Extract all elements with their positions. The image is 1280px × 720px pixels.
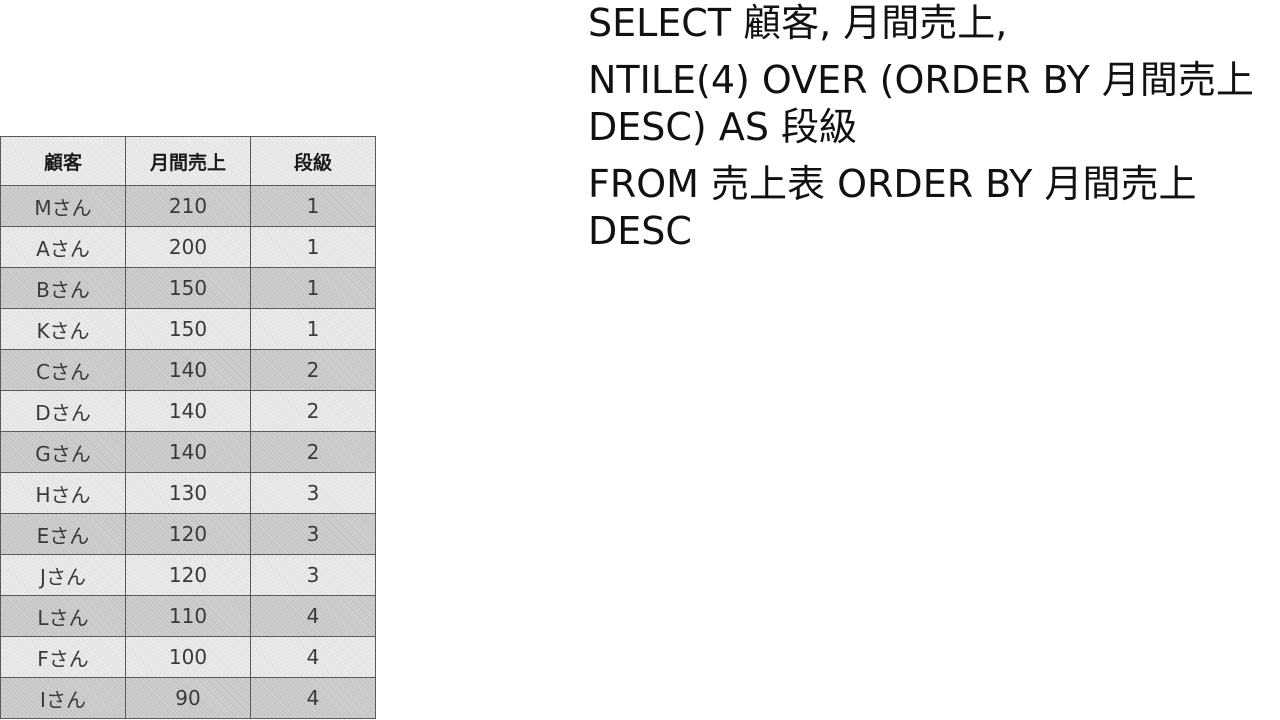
table-row: Dさん 140 2 <box>0 390 376 432</box>
cell-monthly-sales: 130 <box>125 472 251 514</box>
table-row: Fさん 100 4 <box>0 636 376 678</box>
table-row: Eさん 120 3 <box>0 513 376 555</box>
table-row: Iさん 90 4 <box>0 677 376 719</box>
column-header-rank: 段級 <box>250 136 376 186</box>
cell-monthly-sales: 120 <box>125 513 251 555</box>
cell-rank: 4 <box>250 595 376 637</box>
cell-monthly-sales: 140 <box>125 431 251 473</box>
sql-line-select: SELECT 顧客, 月間売上, <box>588 1 1008 45</box>
cell-rank: 1 <box>250 185 376 227</box>
cell-rank: 3 <box>250 513 376 555</box>
cell-customer: Lさん <box>0 595 126 637</box>
cell-rank: 3 <box>250 472 376 514</box>
table-row: Cさん 140 2 <box>0 349 376 391</box>
cell-customer: Fさん <box>0 636 126 678</box>
table-row: Hさん 130 3 <box>0 472 376 514</box>
cell-customer: Jさん <box>0 554 126 596</box>
cell-customer: Iさん <box>0 677 126 719</box>
cell-customer: Cさん <box>0 349 126 391</box>
cell-customer: Aさん <box>0 226 126 268</box>
sql-query: SELECT 顧客, 月間売上, NTILE(4) OVER (ORDER BY… <box>588 0 1273 265</box>
cell-customer: Bさん <box>0 267 126 309</box>
cell-monthly-sales: 100 <box>125 636 251 678</box>
cell-rank: 4 <box>250 677 376 719</box>
cell-monthly-sales: 210 <box>125 185 251 227</box>
table-row: Jさん 120 3 <box>0 554 376 596</box>
cell-customer: Hさん <box>0 472 126 514</box>
cell-rank: 1 <box>250 226 376 268</box>
cell-rank: 2 <box>250 431 376 473</box>
cell-rank: 4 <box>250 636 376 678</box>
cell-monthly-sales: 120 <box>125 554 251 596</box>
table-row: Lさん 110 4 <box>0 595 376 637</box>
cell-rank: 3 <box>250 554 376 596</box>
table-row: Bさん 150 1 <box>0 267 376 309</box>
cell-rank: 1 <box>250 267 376 309</box>
cell-monthly-sales: 140 <box>125 390 251 432</box>
table-body: Mさん 210 1 Aさん 200 1 Bさん 150 1 Kさん 150 1 … <box>0 185 376 719</box>
cell-rank: 2 <box>250 349 376 391</box>
cell-monthly-sales: 140 <box>125 349 251 391</box>
header-row: 顧客 月間売上 段級 <box>0 136 376 186</box>
cell-customer: Kさん <box>0 308 126 350</box>
sql-line-from: FROM 売上表 ORDER BY 月間売上 DESC <box>588 162 1197 253</box>
table-header: 顧客 月間売上 段級 <box>0 136 376 186</box>
cell-monthly-sales: 90 <box>125 677 251 719</box>
table-row: Gさん 140 2 <box>0 431 376 473</box>
table-row: Kさん 150 1 <box>0 308 376 350</box>
cell-monthly-sales: 200 <box>125 226 251 268</box>
column-header-monthly-sales: 月間売上 <box>125 136 251 186</box>
cell-monthly-sales: 150 <box>125 267 251 309</box>
sql-line-ntile: NTILE(4) OVER (ORDER BY 月間売上 DESC) AS 段級 <box>588 58 1254 149</box>
cell-customer: Dさん <box>0 390 126 432</box>
cell-monthly-sales: 150 <box>125 308 251 350</box>
cell-customer: Gさん <box>0 431 126 473</box>
table-row: Aさん 200 1 <box>0 226 376 268</box>
cell-monthly-sales: 110 <box>125 595 251 637</box>
sales-table-container: 顧客 月間売上 段級 Mさん 210 1 Aさん 200 1 Bさん 150 1 <box>0 136 376 719</box>
column-header-customer: 顧客 <box>0 136 126 186</box>
cell-customer: Mさん <box>0 185 126 227</box>
sales-table: 顧客 月間売上 段級 Mさん 210 1 Aさん 200 1 Bさん 150 1 <box>0 136 376 719</box>
table-row: Mさん 210 1 <box>0 185 376 227</box>
cell-rank: 2 <box>250 390 376 432</box>
cell-rank: 1 <box>250 308 376 350</box>
cell-customer: Eさん <box>0 513 126 555</box>
